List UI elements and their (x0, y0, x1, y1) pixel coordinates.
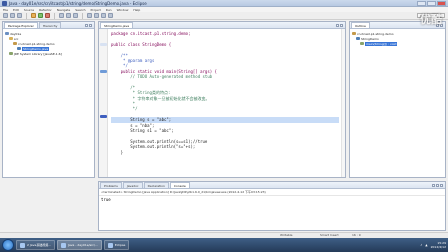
overview-ruler (341, 29, 345, 177)
back-icon[interactable] (101, 13, 106, 18)
taskbar-item[interactable]: Eclipse (103, 240, 130, 250)
collapse-marker-icon[interactable] (100, 43, 107, 46)
menu-search[interactable]: Search (75, 8, 85, 12)
new-class-icon[interactable] (73, 13, 78, 18)
folder-icon (20, 242, 25, 248)
close-button[interactable] (437, 1, 446, 6)
toolbar: Java (0, 12, 448, 20)
network-icon[interactable]: ▲ (425, 243, 427, 247)
youku-watermark: 优酷 (420, 13, 442, 26)
tab-declaration[interactable]: Declaration (143, 182, 169, 188)
start-button[interactable] (2, 239, 14, 251)
package-tree: day01e src cn.itcast.p1.string.demo Stri… (3, 29, 94, 58)
project-icon (5, 32, 9, 35)
pin-console-icon[interactable] (436, 184, 439, 187)
breakpoint-marker-icon (100, 115, 107, 118)
console-view-controls (432, 184, 443, 187)
class-icon (356, 37, 360, 40)
taskbar: 2 Java基础视频... Java - day01e/src/... Ecli… (0, 238, 448, 252)
code-line: } (111, 149, 124, 155)
eclipse-icon (61, 242, 67, 248)
window-controls (417, 1, 446, 6)
taskbar-item[interactable]: 2 Java基础视频... (16, 240, 56, 250)
eclipse-icon (2, 1, 7, 6)
tab-console[interactable]: Console (169, 182, 190, 188)
forward-icon[interactable] (108, 13, 113, 18)
tab-problems[interactable]: Problems (100, 182, 122, 188)
menu-edit[interactable]: Edit (13, 8, 19, 12)
toolbar-separator (54, 12, 55, 19)
menu-project[interactable]: Project (91, 8, 101, 12)
console-process-path: <terminated> StringDemo [Java Applicatio… (99, 189, 445, 196)
package-icon (13, 42, 17, 45)
volume-icon[interactable]: ♪ (420, 243, 422, 247)
editor-panel: StringDemo.java package cn.itcast.p1.str… (98, 21, 346, 178)
print-icon[interactable] (17, 13, 22, 18)
minimize-editor-button[interactable] (336, 24, 339, 27)
run-icon[interactable] (38, 13, 43, 18)
tab-package-explorer[interactable]: Package Explorer (4, 22, 38, 28)
editor-view-controls (336, 24, 343, 27)
editor-tabs: StringDemo.java (99, 22, 345, 29)
window-title: Java - day01e/src/cn/itcast/p1/string/de… (9, 1, 147, 6)
tree-item[interactable]: JRE System Library [JavaSE-1.6] (5, 51, 92, 56)
editor-ruler (99, 29, 108, 177)
console-panel: Problems Javadoc Declaration Console <te… (98, 181, 446, 231)
maximize-button[interactable] (427, 1, 436, 6)
save-icon[interactable] (10, 13, 15, 18)
console-output[interactable]: true (99, 196, 445, 203)
maximize-editor-button[interactable] (340, 24, 343, 27)
open-type-icon[interactable] (87, 13, 92, 18)
toolbar-separator (26, 12, 27, 19)
new-java-project-icon[interactable] (59, 13, 64, 18)
minimize-button[interactable] (417, 1, 426, 6)
java-file-icon (17, 47, 21, 50)
method-icon (360, 42, 364, 45)
task-marker-icon (100, 70, 107, 73)
new-package-icon[interactable] (66, 13, 71, 18)
outline-item[interactable]: main(String[]) : void (352, 41, 443, 46)
toolbar-separator (82, 12, 83, 19)
clear-console-icon[interactable] (432, 184, 435, 187)
console-tabs: Problems Javadoc Declaration Console (99, 182, 445, 189)
external-tools-icon[interactable] (45, 13, 50, 18)
title-bar: Java - day01e/src/cn/itcast/p1/string/de… (0, 0, 448, 7)
menu-refactor[interactable]: Refactor (39, 8, 52, 12)
minimize-view-button[interactable] (85, 24, 88, 27)
source-folder-icon (9, 37, 13, 40)
menu-window[interactable]: Window (117, 8, 129, 12)
package-explorer-tabs: Package Explorer Hierarchy (3, 22, 94, 29)
tab-javadoc[interactable]: Javadoc (122, 182, 143, 188)
menu-run[interactable]: Run (106, 8, 112, 12)
library-icon (9, 52, 13, 55)
view-controls (85, 24, 92, 27)
outline-tree: cn.itcast.p1.string.demo StringDemo main… (350, 29, 445, 48)
clock[interactable]: 15:29 2012/4/12 (431, 241, 446, 249)
tab-outline[interactable]: Outline (351, 22, 370, 28)
debug-icon[interactable] (31, 13, 36, 18)
menu-help[interactable]: Help (133, 8, 140, 12)
code-area[interactable]: package cn.itcast.p1.string.demo; public… (111, 31, 339, 155)
menu-file[interactable]: File (3, 8, 8, 12)
minimize-console-button[interactable] (440, 184, 443, 187)
menu-source[interactable]: Source (24, 8, 34, 12)
eclipse-icon (107, 242, 113, 248)
menu-navigate[interactable]: Navigate (57, 8, 70, 12)
maximize-view-button[interactable] (89, 24, 92, 27)
search-icon[interactable] (94, 13, 99, 18)
tab-hierarchy[interactable]: Hierarchy (38, 22, 62, 28)
package-explorer-panel: Package Explorer Hierarchy day01e src cn… (2, 21, 95, 178)
tab-stringdemo-java[interactable]: StringDemo.java (100, 22, 134, 28)
taskbar-item[interactable]: Java - day01e/src/... (57, 240, 102, 250)
new-icon[interactable] (3, 13, 8, 18)
outline-panel: Outline cn.itcast.p1.string.demo StringD… (349, 21, 446, 178)
package-icon (352, 32, 356, 35)
system-tray: ♪ ▲ 15:29 2012/4/12 (420, 239, 446, 251)
